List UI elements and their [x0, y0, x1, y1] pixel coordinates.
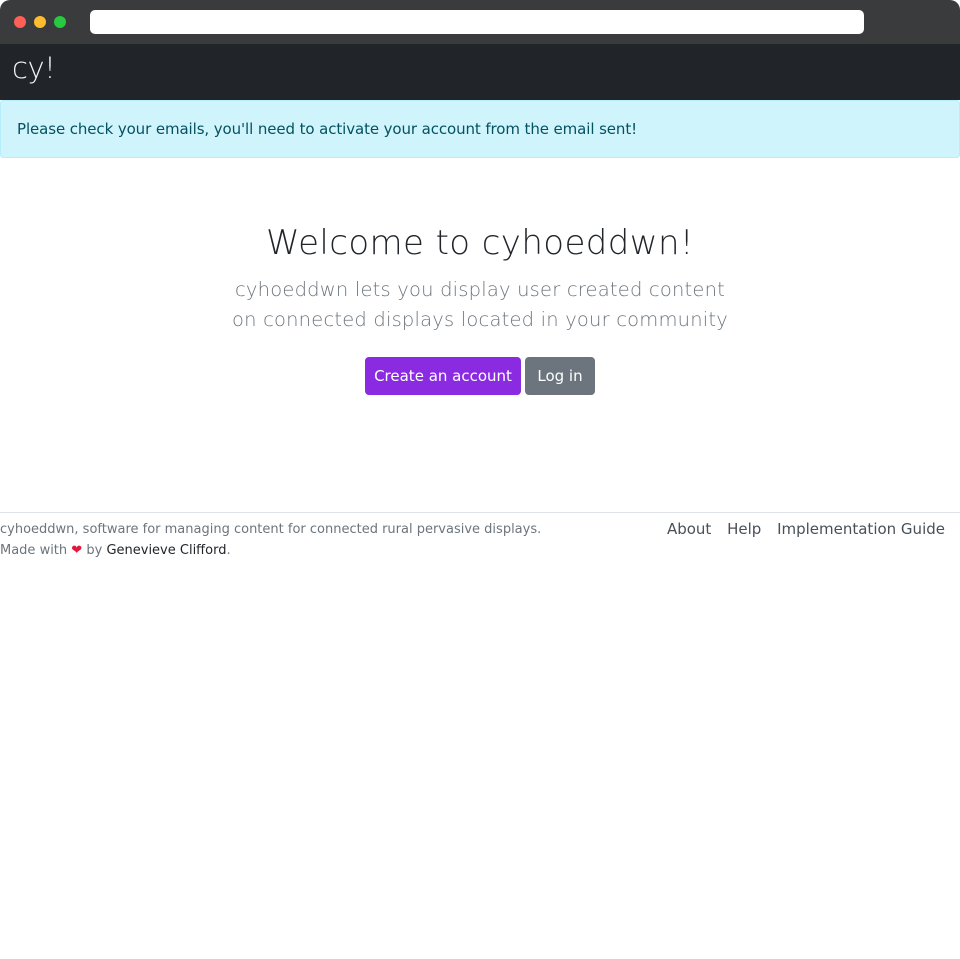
footer-link-help[interactable]: Help: [727, 520, 761, 538]
login-button[interactable]: Log in: [525, 357, 595, 395]
hero-subtitle-line2: on connected displays located in your co…: [231, 308, 728, 331]
navbar: cy!: [0, 44, 960, 100]
minimize-window-icon[interactable]: [34, 16, 46, 28]
hero-subtitle-line1: cyhoeddwn lets you display user created …: [235, 278, 725, 301]
hero-subtitle: cyhoeddwn lets you display user created …: [0, 275, 960, 335]
footer-credit: Made with ❤ by Genevieve Clifford.: [0, 540, 541, 561]
close-window-icon[interactable]: [14, 16, 26, 28]
create-account-button[interactable]: Create an account: [365, 357, 521, 395]
brand-logo[interactable]: cy!: [12, 48, 56, 88]
footer-link-implementation-guide[interactable]: Implementation Guide: [777, 520, 945, 538]
footer-links: About Help Implementation Guide: [656, 519, 945, 540]
heart-icon: ❤: [71, 543, 83, 558]
maximize-window-icon[interactable]: [54, 16, 66, 28]
author-link[interactable]: Genevieve Clifford: [106, 543, 226, 558]
footer-description: cyhoeddwn, software for managing content…: [0, 522, 542, 537]
browser-window: cy! Please check your emails, you'll nee…: [0, 0, 960, 959]
footer-info: cyhoeddwn, software for managing content…: [0, 519, 541, 561]
hero-section: Welcome to cyhoeddwn! cyhoeddwn lets you…: [0, 218, 960, 335]
page-title: Welcome to cyhoeddwn!: [266, 223, 694, 263]
footer-divider: [0, 512, 960, 513]
by-text: by: [86, 543, 103, 558]
browser-toolbar: [0, 0, 960, 44]
address-bar[interactable]: [90, 10, 864, 34]
made-with-text: Made with: [0, 543, 68, 558]
info-alert: Please check your emails, you'll need to…: [0, 100, 960, 158]
footer-link-about[interactable]: About: [667, 520, 711, 538]
alert-message: Please check your emails, you'll need to…: [17, 120, 638, 138]
credit-period: .: [226, 543, 231, 558]
